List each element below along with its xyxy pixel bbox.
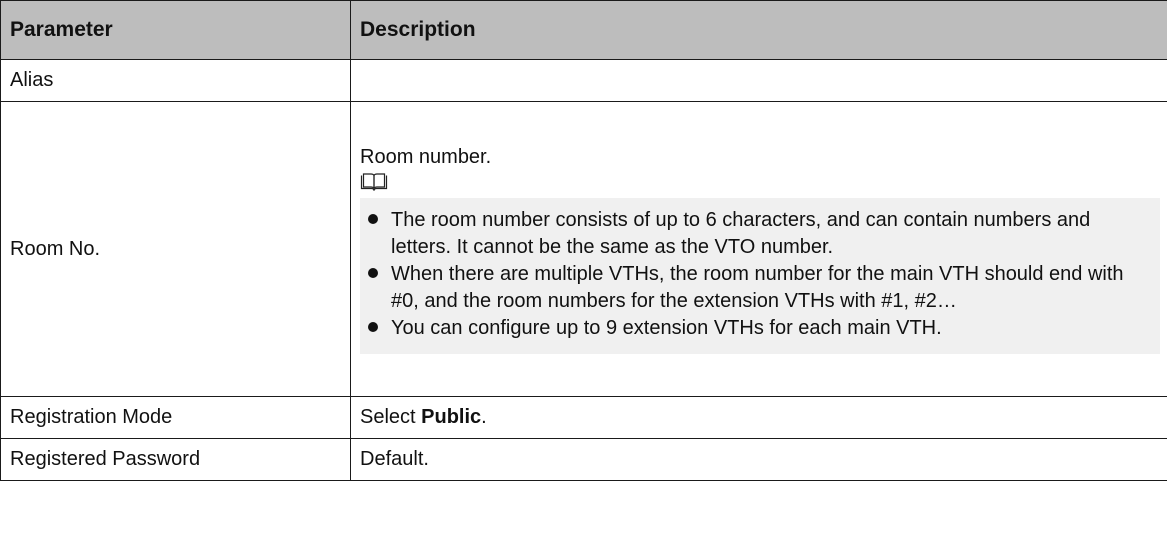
param-registered-password: Registered Password (0, 438, 351, 481)
note-text: The room number consists of up to 6 char… (391, 208, 1091, 258)
note-list: The room number consists of up to 6 char… (368, 207, 1152, 342)
param-room-no: Room No. (0, 101, 351, 397)
desc-bold-value: Public (421, 406, 482, 428)
bullet-icon (368, 321, 378, 332)
param-registration-mode: Registration Mode (0, 396, 351, 439)
list-item: You can configure up to 9 extension VTHs… (368, 315, 1152, 342)
parameter-table: Parameter Description Alias Room No. Roo… (0, 0, 1167, 481)
note-box: The room number consists of up to 6 char… (360, 197, 1160, 354)
header-description: Description (350, 0, 1167, 60)
header-row: Parameter Description (0, 0, 1167, 60)
desc-registered-password: Default. (350, 438, 1167, 481)
bullet-icon (368, 267, 378, 278)
desc-prefix: Select (360, 406, 422, 428)
bullet-icon (368, 213, 378, 224)
table-row-room-no: Room No. Room number. The room number co… (0, 101, 1167, 397)
table-row-registered-password: Registered Password Default. (0, 438, 1167, 481)
header-parameter: Parameter (0, 0, 351, 60)
list-item: When there are multiple VTHs, the room n… (368, 261, 1152, 315)
room-no-intro: Room number. (360, 145, 492, 168)
desc-registration-mode: Select Public. (350, 396, 1167, 439)
desc-suffix: . (481, 406, 487, 428)
desc-room-no: Room number. The room number consists of… (350, 101, 1167, 397)
note-text: You can configure up to 9 extension VTHs… (391, 316, 942, 339)
param-alias: Alias (0, 59, 351, 102)
table-row-alias: Alias (0, 59, 1167, 102)
note-text: When there are multiple VTHs, the room n… (391, 262, 1124, 312)
desc-alias (350, 59, 1167, 102)
book-note-icon (360, 172, 388, 191)
list-item: The room number consists of up to 6 char… (368, 207, 1152, 261)
table-row-registration-mode: Registration Mode Select Public. (0, 396, 1167, 439)
